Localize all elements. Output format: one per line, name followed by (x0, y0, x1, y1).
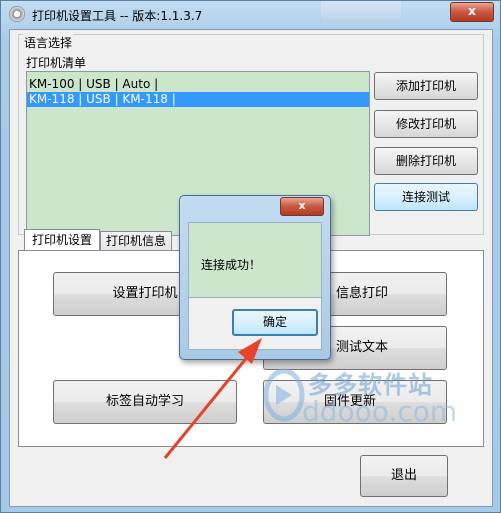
annotation-arrow-icon (163, 338, 262, 459)
